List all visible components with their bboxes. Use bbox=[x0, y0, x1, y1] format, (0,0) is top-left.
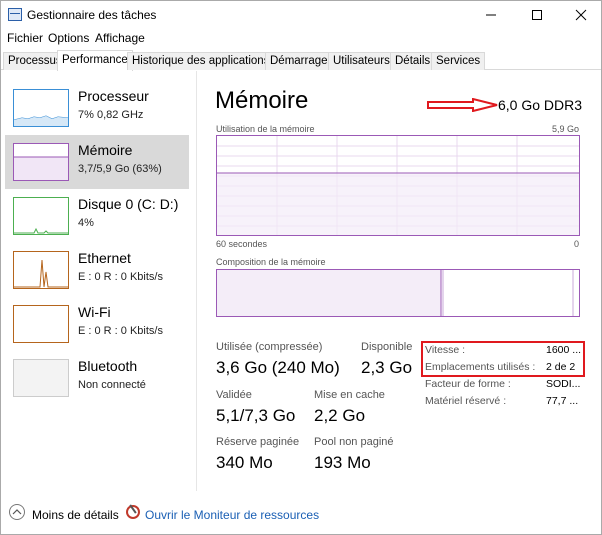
reserved-value: 77,7 ... bbox=[546, 395, 579, 407]
paged-pool-label: Réserve paginée bbox=[216, 436, 300, 448]
tab-bar: Processus Performance Historique des app… bbox=[1, 50, 601, 71]
page-title: Mémoire bbox=[215, 87, 309, 114]
form-factor-label: Facteur de forme : bbox=[425, 378, 511, 390]
resource-name: Mémoire bbox=[78, 142, 133, 158]
window-title: Gestionnaire des tâches bbox=[27, 8, 157, 22]
task-manager-icon bbox=[8, 8, 22, 21]
resource-value: 4% bbox=[78, 217, 94, 229]
usage-max: 5,9 Go bbox=[552, 124, 580, 134]
resource-wifi[interactable]: Wi-Fi E : 0 R : 0 Kbits/s bbox=[5, 297, 189, 351]
resource-bluetooth[interactable]: Bluetooth Non connecté bbox=[5, 351, 189, 405]
red-highlight-box bbox=[421, 341, 585, 377]
wifi-thumbnail bbox=[13, 305, 69, 343]
footer: Moins de détails Ouvrir le Moniteur de r… bbox=[1, 498, 601, 534]
processeur-thumbnail bbox=[13, 89, 69, 127]
tab-performance[interactable]: Performance bbox=[57, 50, 133, 71]
reserved-label: Matériel réservé : bbox=[425, 395, 507, 407]
resource-memoire[interactable]: Mémoire 3,7/5,9 Go (63%) bbox=[5, 135, 189, 189]
menu-affichage[interactable]: Affichage bbox=[95, 31, 145, 45]
fewer-details-button[interactable]: Moins de détails bbox=[32, 508, 119, 522]
menu-options[interactable]: Options bbox=[48, 31, 89, 45]
committed-value: 5,1/7,3 Go bbox=[216, 406, 296, 425]
available-value: 2,3 Go bbox=[361, 358, 413, 377]
cached-value: 2,2 Go bbox=[314, 406, 366, 425]
form-factor-value: SODI... bbox=[546, 378, 581, 390]
resource-list: Processeur 7% 0,82 GHz Mémoire 3,7/5,9 G… bbox=[1, 71, 197, 491]
cached-label: Mise en cache bbox=[314, 389, 385, 401]
resource-value: E : 0 R : 0 Kbits/s bbox=[78, 325, 163, 337]
time-zero: 0 bbox=[574, 239, 580, 249]
resource-name: Wi-Fi bbox=[78, 304, 111, 320]
resource-value: Non connecté bbox=[78, 379, 146, 391]
resource-value: 3,7/5,9 Go (63%) bbox=[78, 163, 162, 175]
maximize-button[interactable] bbox=[515, 1, 559, 29]
close-button[interactable] bbox=[559, 1, 602, 29]
tab-details[interactable]: Détails bbox=[390, 52, 436, 70]
usage-label: Utilisation de la mémoire bbox=[216, 124, 315, 134]
minimize-button[interactable] bbox=[469, 1, 513, 29]
memory-usage-graph bbox=[216, 135, 580, 236]
menu-fichier[interactable]: Fichier bbox=[7, 31, 43, 45]
resource-monitor-icon bbox=[126, 505, 140, 519]
red-arrow-annotation bbox=[427, 98, 498, 112]
resource-ethernet[interactable]: Ethernet E : 0 R : 0 Kbits/s bbox=[5, 243, 189, 297]
resource-value: E : 0 R : 0 Kbits/s bbox=[78, 271, 163, 283]
nonpaged-pool-label: Pool non paginé bbox=[314, 436, 394, 448]
memory-composition-bar bbox=[216, 269, 580, 317]
resource-name: Processeur bbox=[78, 88, 149, 104]
tab-historique[interactable]: Historique des applications bbox=[127, 52, 275, 70]
resource-disque[interactable]: Disque 0 (C: D:) 4% bbox=[5, 189, 189, 243]
tab-utilisateurs[interactable]: Utilisateurs bbox=[328, 52, 395, 70]
ethernet-thumbnail bbox=[13, 251, 69, 289]
used-label: Utilisée (compressée) bbox=[216, 341, 323, 353]
composition-label: Composition de la mémoire bbox=[216, 257, 326, 267]
resource-name: Bluetooth bbox=[78, 358, 138, 374]
resource-processeur[interactable]: Processeur 7% 0,82 GHz bbox=[5, 81, 189, 135]
available-label: Disponible bbox=[361, 341, 413, 353]
resource-name: Ethernet bbox=[78, 250, 131, 266]
nonpaged-pool-value: 193 Mo bbox=[314, 453, 371, 472]
tab-demarrage[interactable]: Démarrage bbox=[265, 52, 333, 70]
paged-pool-value: 340 Mo bbox=[216, 453, 273, 472]
resource-value: 7% 0,82 GHz bbox=[78, 109, 144, 121]
chevron-up-icon[interactable] bbox=[9, 504, 25, 520]
bluetooth-thumbnail bbox=[13, 359, 69, 397]
memoire-thumbnail bbox=[13, 143, 69, 181]
resource-monitor-link[interactable]: Ouvrir le Moniteur de ressources bbox=[145, 508, 319, 522]
resource-name: Disque 0 (C: D:) bbox=[78, 196, 179, 212]
title-bar: Gestionnaire des tâches bbox=[1, 1, 601, 29]
memory-spec: 6,0 Go DDR3 bbox=[498, 97, 583, 113]
task-manager-window: Gestionnaire des tâches Fichier Options … bbox=[0, 0, 602, 535]
disque-thumbnail bbox=[13, 197, 69, 235]
menu-bar: Fichier Options Affichage bbox=[1, 29, 601, 47]
time-label: 60 secondes bbox=[216, 239, 268, 249]
committed-label: Validée bbox=[216, 389, 252, 401]
tab-services[interactable]: Services bbox=[431, 52, 486, 70]
used-value: 3,6 Go (240 Mo) bbox=[216, 358, 340, 377]
